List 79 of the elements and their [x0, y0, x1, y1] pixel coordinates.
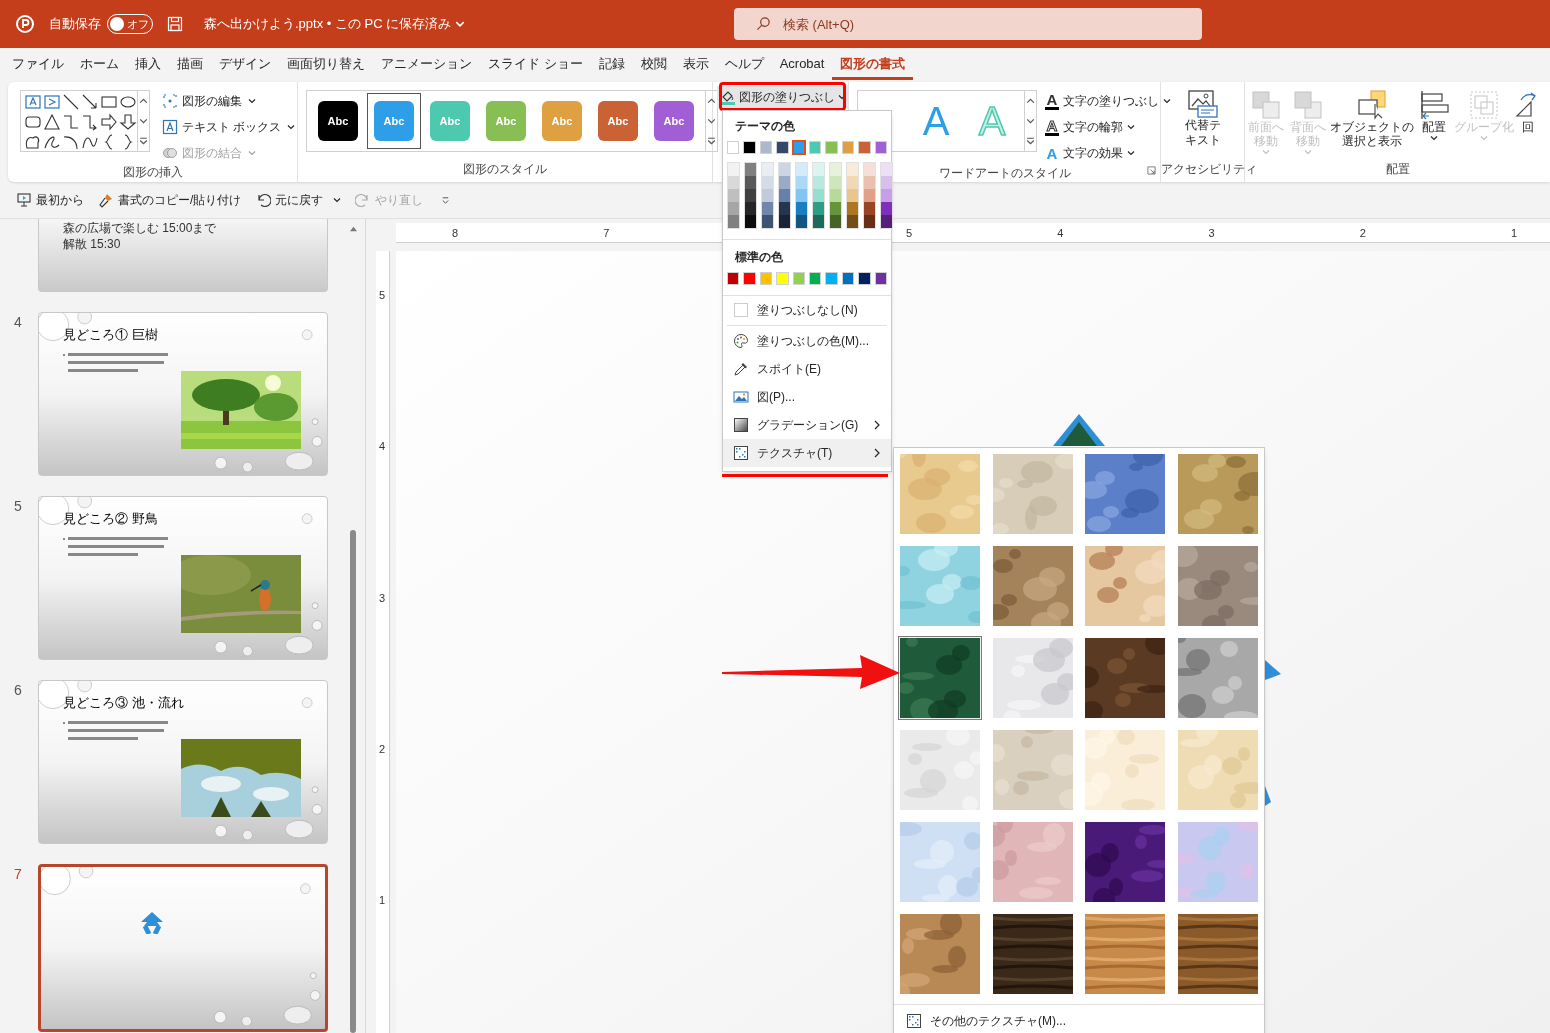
document-name[interactable]: 森へ出かけよう.pptx • この PC に保存済み: [204, 14, 466, 34]
menu-heading: テーマの色: [734, 118, 796, 135]
style-swatch: Abc: [318, 101, 358, 141]
ruler-number: 7: [603, 226, 610, 241]
alt-text-button[interactable]: 代替テキスト: [1182, 90, 1223, 160]
shape-fill-button[interactable]: 図形の塗りつぶし: [717, 86, 849, 108]
menu-heading: 標準の色: [734, 249, 784, 266]
ruler-number: 3: [379, 590, 386, 606]
menu-item[interactable]: グラデーション(G): [723, 411, 891, 439]
search-field[interactable]: 検索 (Alt+Q): [734, 8, 1202, 40]
ruler-number: 5: [379, 288, 386, 303]
ruler-number: 5: [905, 226, 912, 241]
slide-number: 7: [13, 865, 23, 884]
bullet-text: 森の広場で楽しむ 15:00まで: [63, 221, 217, 236]
ruler-number: 4: [1057, 226, 1064, 241]
ribbon-tab[interactable]: 画面切り替え: [279, 50, 373, 80]
bullet-text: 解散 15:30: [63, 237, 122, 252]
ribbon-tab[interactable]: スライド ショー: [480, 50, 591, 80]
slide-thumbnail[interactable]: 見どころ① 巨樹: [38, 312, 328, 476]
group-label: 図形のスタイル: [463, 161, 547, 178]
slide-number: 5: [13, 497, 23, 516]
group-label: アクセシビリティ: [1161, 161, 1257, 178]
arrange-button[interactable]: 回: [1515, 90, 1541, 160]
style-swatch: Abc: [374, 101, 414, 141]
slide-number: 4: [13, 313, 23, 332]
toolbar-button[interactable]: 書式のコピー/貼り付け: [98, 191, 242, 209]
menu-item[interactable]: テクスチャ(T): [723, 439, 891, 467]
slide-thumbnail[interactable]: 森の広場で楽しむ 15:00まで 解散 15:30: [38, 219, 328, 292]
ribbon-button[interactable]: A 文字の輪郭: [1045, 116, 1171, 138]
ribbon-button[interactable]: テキスト ボックス: [159, 116, 297, 137]
menu-item[interactable]: スポイト(E): [723, 355, 891, 383]
menu-item[interactable]: 塗りつぶしの色(M)...: [723, 327, 891, 355]
ruler-number: 1: [1511, 226, 1518, 241]
ribbon-tab[interactable]: 校閲: [632, 50, 675, 80]
slide-title: 見どころ② 野鳥: [63, 511, 158, 527]
slide-thumbnail[interactable]: 見どころ③ 池・流れ: [38, 680, 328, 844]
style-swatch: Abc: [486, 101, 526, 141]
shape-style-button[interactable]: Abc: [647, 93, 701, 149]
ribbon-button[interactable]: A 文字の効果: [1045, 142, 1171, 164]
ribbon-tab[interactable]: ファイル: [4, 50, 72, 80]
group-label: 図形の挿入: [122, 164, 183, 181]
ribbon-button[interactable]: A 文字の塗りつぶし: [1045, 90, 1171, 112]
arrange-button[interactable]: 配置: [1415, 90, 1453, 160]
toolbar-button[interactable]: 元に戻す: [255, 191, 342, 209]
ribbon-tab[interactable]: 表示: [674, 50, 717, 80]
arrange-button[interactable]: オブジェクトの選択と表示: [1329, 90, 1415, 160]
group-label: ワードアートのスタイル: [938, 165, 1071, 182]
shape-style-button[interactable]: Abc: [311, 93, 365, 149]
ruler-number: 8: [452, 226, 459, 241]
ruler-number: 3: [1208, 226, 1215, 241]
ruler-number: 4: [379, 439, 386, 455]
ribbon-tab[interactable]: デザイン: [211, 50, 279, 80]
slide-title: 見どころ③ 池・流れ: [63, 695, 184, 711]
ruler-number: 1: [379, 893, 386, 909]
ribbon-tab[interactable]: 挿入: [127, 50, 169, 80]
ribbon-tab[interactable]: ヘルプ: [716, 50, 772, 80]
menu-item[interactable]: 図(P)...: [723, 383, 891, 411]
group-label: 配置: [1385, 161, 1410, 178]
style-swatch: Abc: [430, 101, 470, 141]
menu-item[interactable]: その他のテクスチャ(M)...: [894, 1007, 1264, 1033]
slide-number: 6: [13, 681, 23, 700]
ribbon-tab[interactable]: アニメーション: [373, 50, 480, 80]
ribbon-button[interactable]: 図形の編集: [159, 90, 297, 111]
style-swatch: Abc: [542, 101, 582, 141]
style-swatch: Abc: [654, 101, 694, 141]
text-style-icon: A: [1045, 145, 1059, 161]
ribbon-tab[interactable]: 記録: [590, 50, 633, 80]
ribbon-tab[interactable]: 描画: [169, 50, 211, 80]
autosave-label: 自動保存: [49, 15, 101, 34]
toolbar-button[interactable]: 最初から: [16, 191, 84, 209]
slide-thumbnail[interactable]: 見どころ② 野鳥: [38, 496, 328, 660]
slide-title: 見どころ① 巨樹: [63, 327, 158, 343]
ribbon-tab[interactable]: Acrobat: [771, 50, 833, 80]
menu-item[interactable]: 塗りつぶしなし(N): [723, 296, 891, 324]
shape-style-button[interactable]: Abc: [591, 93, 645, 149]
ruler-number: 2: [379, 741, 386, 757]
ruler-number: 2: [1359, 226, 1366, 241]
style-swatch: Abc: [598, 101, 638, 141]
ribbon-tab[interactable]: ホーム: [72, 50, 127, 80]
